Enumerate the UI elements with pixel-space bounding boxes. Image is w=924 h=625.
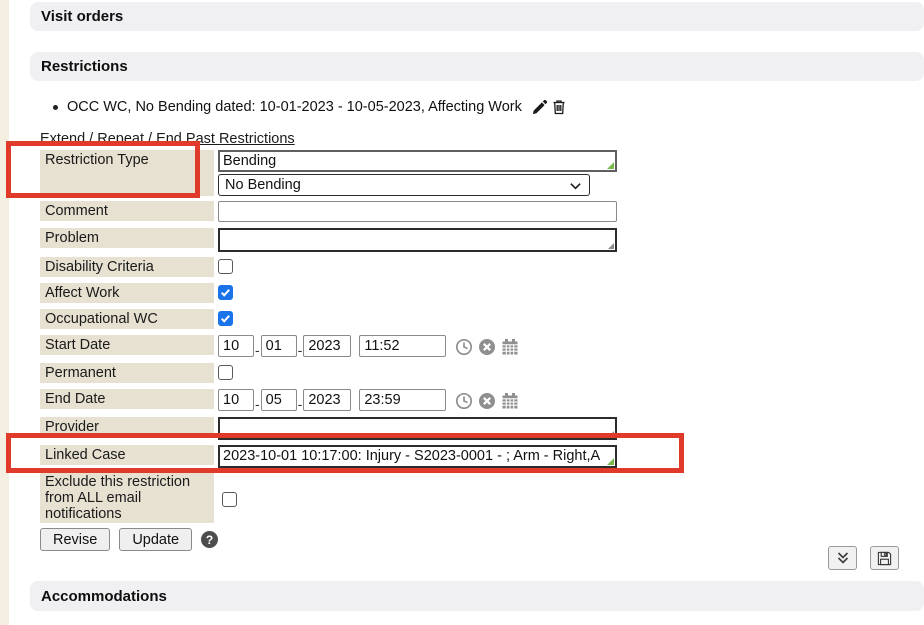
- form-row-restriction-type: Restriction Type Bending No Bending: [40, 150, 700, 196]
- page: Visit orders Restrictions OCC WC, No Ben…: [0, 0, 924, 625]
- section-header-restrictions: Restrictions: [30, 52, 924, 81]
- calendar-icon[interactable]: [501, 392, 519, 410]
- end-year-input[interactable]: [303, 389, 351, 411]
- exclude-email-label: Exclude this restriction from ALL email …: [40, 473, 214, 523]
- problem-textarea[interactable]: [218, 228, 617, 252]
- permanent-checkbox[interactable]: [218, 365, 233, 380]
- form-row-provider: Provider: [40, 417, 700, 440]
- double-chevron-down-icon: [836, 551, 850, 565]
- section-title: Restrictions: [41, 58, 128, 75]
- restriction-type-label: Restriction Type: [40, 150, 214, 196]
- form-row-linked-case: Linked Case 2023-10-01 10:17:00: Injury …: [40, 445, 700, 468]
- form-row-comment: Comment: [40, 201, 700, 223]
- calendar-icon[interactable]: [501, 338, 519, 356]
- restriction-type-select[interactable]: No Bending: [218, 174, 590, 196]
- form-row-occupational-wc: Occupational WC: [40, 309, 700, 330]
- start-year-input[interactable]: [303, 335, 351, 357]
- restriction-type-selected-option: No Bending: [225, 177, 301, 193]
- extend-repeat-end-link[interactable]: Extend / Repeat / End Past Restrictions: [40, 131, 295, 147]
- form-actions: Revise Update ?: [40, 528, 700, 551]
- affect-work-checkbox[interactable]: [218, 285, 233, 300]
- comment-input[interactable]: [218, 201, 617, 222]
- disability-criteria-label: Disability Criteria: [40, 257, 214, 277]
- pencil-icon[interactable]: [532, 99, 548, 115]
- date-separator: -: [298, 397, 303, 411]
- section-header-visit-orders: Visit orders: [30, 2, 924, 31]
- permanent-label: Permanent: [40, 363, 214, 383]
- section-header-accommodations: Accommodations: [30, 581, 924, 611]
- date-separator: -: [298, 343, 303, 357]
- section-title: Accommodations: [41, 588, 167, 605]
- start-time-input[interactable]: [359, 335, 446, 357]
- start-date-label: Start Date: [40, 335, 214, 355]
- update-button[interactable]: Update: [119, 528, 192, 551]
- start-month-input[interactable]: [218, 335, 254, 357]
- provider-textarea[interactable]: [218, 417, 617, 440]
- end-day-input[interactable]: [261, 389, 297, 411]
- disability-criteria-checkbox[interactable]: [218, 259, 233, 274]
- comment-label: Comment: [40, 201, 214, 221]
- chevron-down-icon: [569, 180, 582, 192]
- form-row-start-date: Start Date - -: [40, 335, 700, 358]
- floppy-save-icon: [877, 551, 892, 566]
- clear-icon[interactable]: [478, 392, 496, 410]
- date-separator: -: [255, 397, 260, 411]
- end-month-input[interactable]: [218, 389, 254, 411]
- panel-action-buttons: [828, 546, 899, 570]
- restriction-category-field[interactable]: Bending: [218, 150, 617, 172]
- clock-icon[interactable]: [455, 338, 473, 356]
- trash-icon[interactable]: [551, 99, 567, 115]
- save-button[interactable]: [870, 546, 899, 570]
- clock-icon[interactable]: [455, 392, 473, 410]
- question-icon[interactable]: ?: [201, 531, 218, 548]
- form-row-disability-criteria: Disability Criteria: [40, 257, 700, 278]
- exclude-email-checkbox[interactable]: [222, 492, 237, 507]
- start-day-input[interactable]: [261, 335, 297, 357]
- restriction-summary-text: OCC WC, No Bending dated: 10-01-2023 - 1…: [67, 99, 522, 115]
- restriction-form: Restriction Type Bending No Bending Comm…: [40, 150, 700, 551]
- date-separator: -: [255, 343, 260, 357]
- end-date-label: End Date: [40, 389, 214, 409]
- affect-work-label: Affect Work: [40, 283, 214, 303]
- linked-case-field[interactable]: 2023-10-01 10:17:00: Injury - S2023-0001…: [218, 445, 617, 468]
- revise-button[interactable]: Revise: [40, 528, 110, 551]
- form-row-exclude-email: Exclude this restriction from ALL email …: [40, 473, 700, 523]
- end-time-input[interactable]: [359, 389, 446, 411]
- form-row-problem: Problem: [40, 228, 700, 252]
- clear-icon[interactable]: [478, 338, 496, 356]
- occupational-wc-label: Occupational WC: [40, 309, 214, 329]
- page-edge-strip: [0, 0, 9, 625]
- collapse-button[interactable]: [828, 546, 857, 570]
- form-row-end-date: End Date - -: [40, 389, 700, 412]
- occupational-wc-checkbox[interactable]: [218, 311, 233, 326]
- restriction-summary-item: OCC WC, No Bending dated: 10-01-2023 - 1…: [53, 99, 567, 115]
- form-row-affect-work: Affect Work: [40, 283, 700, 304]
- form-row-permanent: Permanent: [40, 363, 700, 384]
- problem-label: Problem: [40, 228, 214, 248]
- provider-label: Provider: [40, 417, 214, 437]
- linked-case-label: Linked Case: [40, 445, 214, 465]
- bullet-dot: [53, 105, 58, 110]
- section-title: Visit orders: [41, 8, 123, 25]
